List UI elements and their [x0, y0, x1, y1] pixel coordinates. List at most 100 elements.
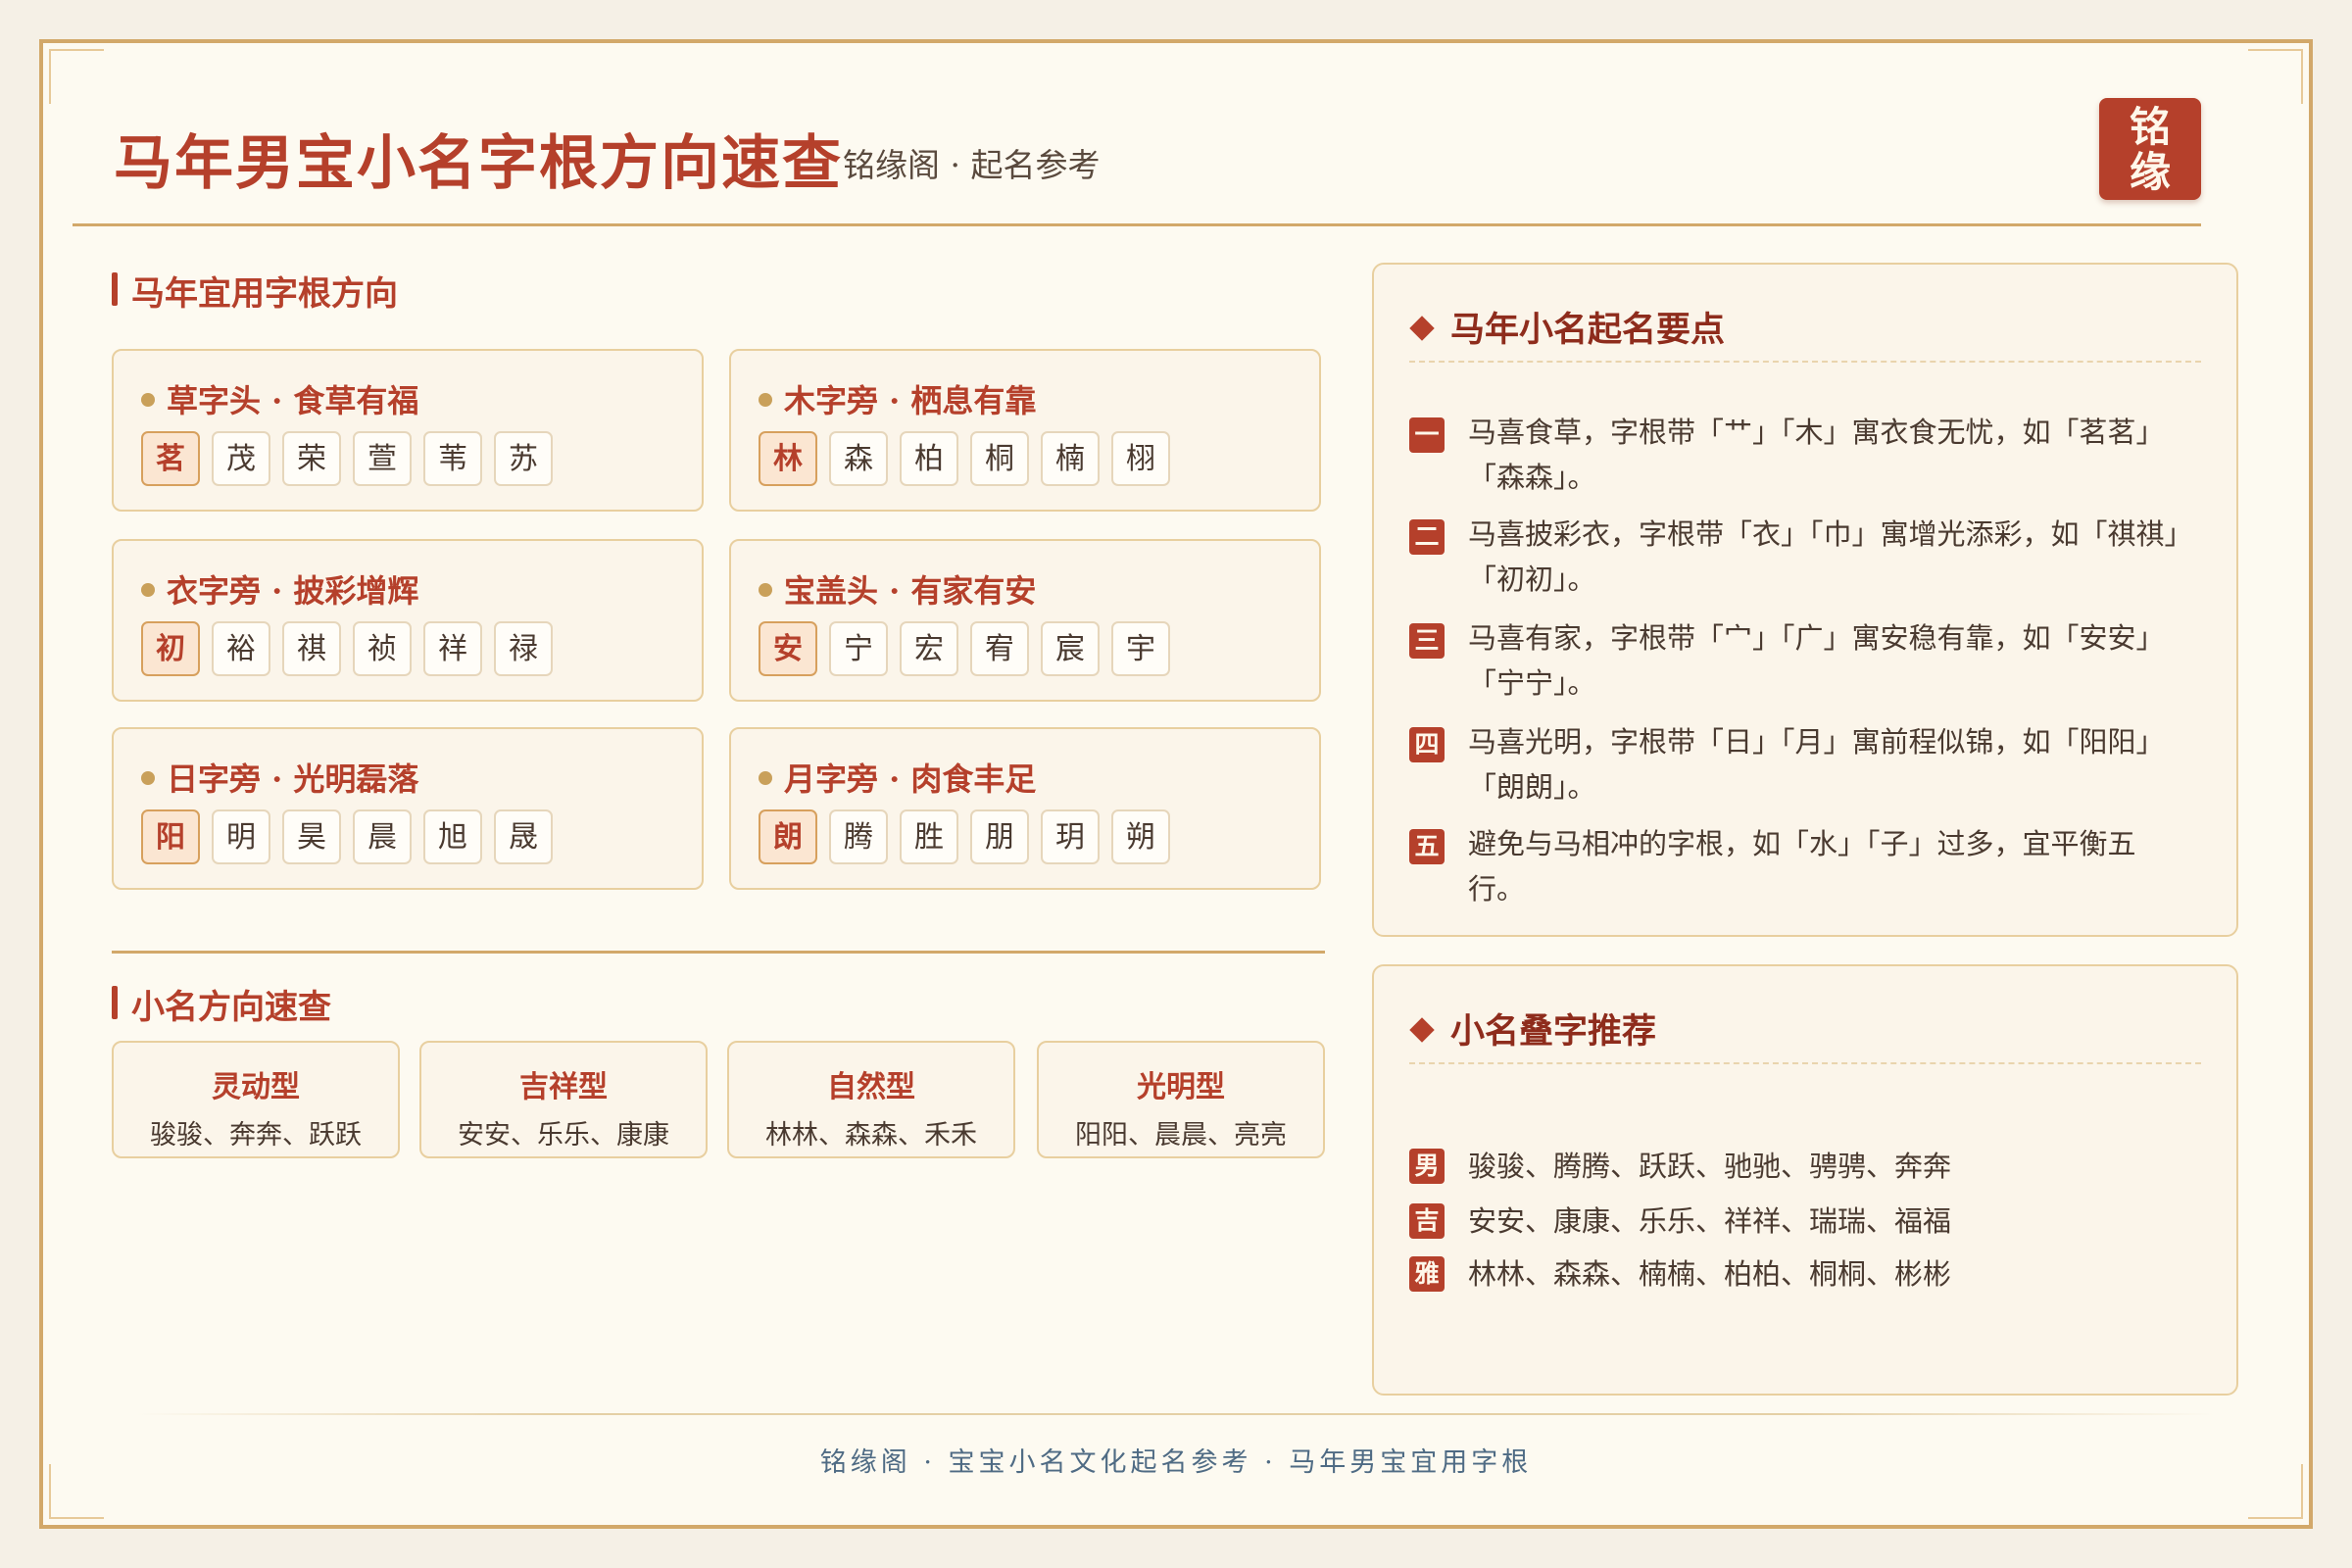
recommend-tag-badge: 男 [1409, 1149, 1445, 1184]
type-card: 自然型 林林、森森、禾禾 [727, 1041, 1015, 1158]
corner-ornament [2248, 49, 2303, 104]
footer-divider [137, 1413, 2215, 1415]
char-tile: 明 [212, 809, 270, 864]
radical-card-title: 日字旁 · 光明磊落 [141, 755, 418, 800]
bullet-dot-icon [141, 582, 155, 597]
type-card: 灵动型 骏骏、奔奔、跃跃 [112, 1041, 400, 1158]
tip-number-badge: 三 [1409, 623, 1445, 659]
char-tile: 朔 [1111, 809, 1170, 864]
tip-number-badge: 五 [1409, 829, 1445, 864]
radical-card: 木字旁 · 栖息有靠林森柏桐楠栩 [729, 349, 1321, 512]
char-row: 安宁宏宥宸宇 [759, 621, 1170, 676]
page-subtitle: 铭缘阁 · 起名参考 [843, 146, 1101, 184]
recommend-item: 男骏骏、腾腾、跃跃、驰驰、骋骋、奔奔 [1409, 1147, 1951, 1186]
char-tile: 宇 [1111, 621, 1170, 676]
char-tile: 宏 [900, 621, 958, 676]
char-tile: 栩 [1111, 431, 1170, 486]
type-name: 吉祥型 [519, 1070, 608, 1104]
char-tile: 朋 [970, 809, 1029, 864]
page-title: 马年男宝小名字根方向速查 [114, 129, 843, 198]
char-tile: 宸 [1041, 621, 1100, 676]
recommend-text: 安安、康康、乐乐、祥祥、瑞瑞、福福 [1468, 1204, 1952, 1238]
char-tile: 荣 [282, 431, 341, 486]
char-tile-highlight: 安 [759, 621, 817, 676]
char-row: 林森柏桐楠栩 [759, 431, 1170, 486]
radical-card-title-text: 宝盖头 · 有家有安 [784, 572, 1037, 610]
types-heading: 小名方向速查 [112, 980, 331, 1028]
char-tile: 茂 [212, 431, 270, 486]
tip-item: 一马喜食草，字根带「艹」「木」寓衣食无忧，如「茗茗」「森森」。 [1409, 410, 2183, 500]
char-tile: 宥 [970, 621, 1029, 676]
recommend-title-text: 小名叠字推荐 [1450, 1011, 1657, 1052]
radical-card-title-text: 月字旁 · 肉食丰足 [784, 760, 1037, 798]
char-tile: 旭 [423, 809, 482, 864]
radical-card-title: 草字头 · 食草有福 [141, 376, 418, 421]
radicals-heading: 马年宜用字根方向 [112, 267, 398, 315]
char-row: 茗茂荣萱苇苏 [141, 431, 553, 486]
char-tile: 楠 [1041, 431, 1100, 486]
tip-item: 五避免与马相冲的字根，如「水」「子」过多，宜平衡五行。 [1409, 821, 2183, 911]
recommend-title: 小名叠字推荐 [1409, 1004, 1657, 1054]
char-tile: 柏 [900, 431, 958, 486]
tip-text: 马喜有家，字根带「宀」「广」寓安稳有靠，如「安安」「宁宁」。 [1468, 621, 2165, 700]
tips-title-text: 马年小名起名要点 [1450, 310, 1726, 350]
diamond-icon [1409, 316, 1435, 341]
bullet-dot-icon [759, 392, 772, 407]
char-tile: 祯 [353, 621, 412, 676]
dashed-divider [1409, 1062, 2201, 1064]
dashed-divider [1409, 361, 2201, 363]
char-tile: 腾 [829, 809, 888, 864]
char-tile: 胜 [900, 809, 958, 864]
char-tile: 苇 [423, 431, 482, 486]
radical-card-title: 衣字旁 · 披彩增辉 [141, 566, 418, 612]
bullet-dot-icon [141, 770, 155, 785]
type-name: 灵动型 [212, 1070, 300, 1104]
tip-number-badge: 四 [1409, 727, 1445, 762]
tip-item: 四马喜光明，字根带「日」「月」寓前程似锦，如「阳阳」「朗朗」。 [1409, 719, 2183, 809]
recommend-item: 雅林林、森森、楠楠、柏柏、桐桐、彬彬 [1409, 1254, 1951, 1294]
type-name: 自然型 [827, 1070, 915, 1104]
char-tile-highlight: 林 [759, 431, 817, 486]
radical-card: 月字旁 · 肉食丰足朗腾胜朋玥朔 [729, 727, 1321, 890]
radical-card: 宝盖头 · 有家有安安宁宏宥宸宇 [729, 539, 1321, 702]
bullet-dot-icon [141, 392, 155, 407]
char-tile-highlight: 阳 [141, 809, 200, 864]
char-tile: 昊 [282, 809, 341, 864]
seal-char: 铭 [2129, 103, 2171, 151]
char-tile: 晨 [353, 809, 412, 864]
type-card: 光明型 阳阳、晨晨、亮亮 [1037, 1041, 1325, 1158]
char-tile: 裕 [212, 621, 270, 676]
recommend-panel: 小名叠字推荐 男骏骏、腾腾、跃跃、驰驰、骋骋、奔奔吉安安、康康、乐乐、祥祥、瑞瑞… [1372, 964, 2238, 1396]
tips-title: 马年小名起名要点 [1409, 302, 1726, 352]
tip-text: 马喜食草，字根带「艹」「木」寓衣食无忧，如「茗茗」「森森」。 [1468, 416, 2165, 494]
char-tile: 玥 [1041, 809, 1100, 864]
char-tile: 祺 [282, 621, 341, 676]
tip-item: 三马喜有家，字根带「宀」「广」寓安稳有靠，如「安安」「宁宁」。 [1409, 615, 2183, 706]
char-tile: 宁 [829, 621, 888, 676]
type-examples: 安安、乐乐、康康 [458, 1120, 669, 1151]
char-tile: 萱 [353, 431, 412, 486]
char-tile: 桐 [970, 431, 1029, 486]
char-row: 阳明昊晨旭晟 [141, 809, 553, 864]
seal-stamp: 铭 缘 [2099, 98, 2201, 200]
page-header: 马年男宝小名字根方向速查 铭缘阁 · 起名参考 铭 缘 [73, 78, 2201, 226]
radical-card: 草字头 · 食草有福茗茂荣萱苇苏 [112, 349, 704, 512]
tip-number-badge: 二 [1409, 519, 1445, 555]
char-row: 初裕祺祯祥禄 [141, 621, 553, 676]
bullet-dot-icon [759, 582, 772, 597]
recommend-tag-badge: 吉 [1409, 1203, 1445, 1239]
radical-card-title-text: 草字头 · 食草有福 [167, 382, 419, 419]
char-tile: 禄 [494, 621, 553, 676]
tip-text: 避免与马相冲的字根，如「水」「子」过多，宜平衡五行。 [1468, 827, 2136, 906]
diamond-icon [1409, 1017, 1435, 1043]
bullet-dot-icon [759, 770, 772, 785]
tip-number-badge: 一 [1409, 417, 1445, 453]
tip-text: 马喜光明，字根带「日」「月」寓前程似锦，如「阳阳」「朗朗」。 [1468, 725, 2165, 804]
radical-card: 日字旁 · 光明磊落阳明昊晨旭晟 [112, 727, 704, 890]
radical-card-title-text: 衣字旁 · 披彩增辉 [167, 572, 419, 610]
radical-card-title-text: 日字旁 · 光明磊落 [167, 760, 419, 798]
char-tile: 森 [829, 431, 888, 486]
radical-card-title-text: 木字旁 · 栖息有靠 [784, 382, 1037, 419]
tip-item: 二马喜披彩衣，字根带「衣」「巾」寓增光添彩，如「祺祺」「初初」。 [1409, 512, 2183, 602]
type-card: 吉祥型安安、乐乐、康康 [419, 1041, 708, 1158]
